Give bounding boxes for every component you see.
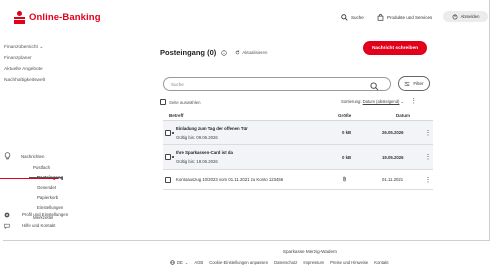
title-row: Posteingang (0) Aktualisieren <box>160 43 267 61</box>
footer-link-datenschutz[interactable]: Datenschutz <box>274 260 297 265</box>
row-more-icon[interactable]: ⋮ <box>423 129 433 137</box>
refresh-icon <box>235 49 240 54</box>
sidebar-item-nachhaltigkeit[interactable]: Nachhaltigkeitswelt <box>4 75 45 86</box>
select-row: Seite auswählen Sortierung: Datum (abste… <box>160 97 436 107</box>
globe-icon <box>170 260 175 265</box>
filter-icon <box>404 81 410 86</box>
language-selector[interactable]: DE ⌄ <box>170 260 188 265</box>
column-header-subject[interactable]: Betreff <box>163 113 338 118</box>
sort-value: Datum (absteigend) <box>362 99 400 104</box>
message-date: 01.11.2021 <box>382 177 404 182</box>
message-table: Betreff Größe Datum Einladung zum Tag de… <box>163 110 433 190</box>
chevron-down-icon: ⌄ <box>184 260 189 265</box>
select-all-label: Seite auswählen <box>169 99 201 105</box>
message-size: 0 kB <box>342 130 352 135</box>
search-icon <box>341 14 348 21</box>
chevron-down-icon: ⌄ <box>400 99 405 104</box>
refresh-label: Aktualisieren <box>242 49 268 55</box>
sidebar-top-nav: Finanzübersicht ⌄ Finanzplaner Aktuelle … <box>4 42 45 86</box>
content-border-right <box>489 0 490 241</box>
row-checkbox[interactable] <box>165 154 171 160</box>
message-date: 19.05.2026 <box>382 154 404 160</box>
filter-button[interactable]: Filter <box>398 76 430 91</box>
sidebar-item-hilfe[interactable]: Hilfe und Kontakt <box>4 220 134 231</box>
message-subject: Ihre Sparkassen-Card ist da <box>176 150 233 155</box>
sidebar-item-gesendet[interactable]: Gesendet <box>4 182 134 192</box>
logout-label: Abmelden <box>460 14 480 19</box>
message-subject: Kontoauszug 10/2023 vom 01.11.2021 zu Ko… <box>176 177 284 182</box>
table-header: Betreff Größe Datum <box>163 110 433 121</box>
message-date: 26.05.2026 <box>382 130 404 135</box>
row-subject: Ihre Sparkassen-Card ist da Gültig bis: … <box>175 150 342 164</box>
footer-link-cookies[interactable]: Cookie-Einstellungen anpassen <box>209 260 268 265</box>
column-header-size[interactable]: Größe <box>338 113 378 118</box>
sidebar-item-profil[interactable]: Profil und Einstellungen <box>4 209 134 220</box>
info-icon[interactable] <box>221 43 227 61</box>
footer-links: DE ⌄ AGB Cookie-Einstellungen anpassen D… <box>170 260 388 265</box>
sidebar-item-finanzuebersicht[interactable]: Finanzübersicht ⌄ <box>4 42 45 53</box>
footer-bank-name: Sparkasse Merzig-Wadern <box>282 249 338 254</box>
sidebar-item-nachrichten[interactable]: Nachrichten <box>4 150 134 162</box>
footer-link-kontakt[interactable]: Kontakt <box>374 260 388 265</box>
unread-dot <box>172 156 174 158</box>
search-icon[interactable] <box>370 78 379 96</box>
table-row[interactable]: Ihre Sparkassen-Card ist da Gültig bis: … <box>163 145 433 170</box>
table-row[interactable]: Kontoauszug 10/2023 vom 01.11.2021 zu Ko… <box>163 170 433 190</box>
gear-icon <box>4 212 16 218</box>
row-subject: Einladung zum Tag der offenen Tür Gültig… <box>175 126 342 140</box>
header-products-button[interactable]: Produkte und Services <box>377 14 432 21</box>
accent-line <box>0 178 58 179</box>
shopping-bag-icon <box>377 14 384 21</box>
sidebar-item-posteingang[interactable]: Posteingang <box>4 172 134 182</box>
sidebar: Finanzübersicht ⌄ Finanzplaner Aktuelle … <box>0 0 140 269</box>
page-title: Posteingang (0) <box>160 47 217 57</box>
sidebar-item-postfach[interactable]: Postfach <box>4 162 134 172</box>
column-header-date[interactable]: Datum <box>378 113 423 118</box>
select-all-checkbox[interactable] <box>160 99 166 105</box>
row-subject: Kontoauszug 10/2023 vom 01.11.2021 zu Ko… <box>175 177 342 182</box>
header-search-button[interactable]: Suche <box>341 14 364 21</box>
chat-icon <box>4 223 16 229</box>
logout-button[interactable]: Abmelden <box>443 11 488 22</box>
footer-link-agb[interactable]: AGB <box>194 260 203 265</box>
row-checkbox[interactable] <box>165 129 171 136</box>
footer-link-preise[interactable]: Preise und Hinweise <box>330 260 368 265</box>
header-search-label: Suche <box>351 15 364 20</box>
more-options-icon[interactable]: ⋮ <box>410 98 417 105</box>
message-validity: Gültig bis: 09.06.2026 <box>176 134 218 140</box>
message-size: 0 kB <box>342 154 352 160</box>
chevron-down-icon: ⌄ <box>39 45 44 50</box>
lightbulb-icon <box>4 152 16 160</box>
filter-label: Filter <box>413 81 424 86</box>
compose-button[interactable]: Nachricht schreiben <box>363 41 427 55</box>
row-checkbox[interactable] <box>165 176 171 183</box>
header-products-label: Produkte und Services <box>387 15 433 20</box>
message-validity: Gültig bis: 18.06.2026 <box>176 159 218 164</box>
attachment-icon <box>342 176 382 183</box>
message-subject: Einladung zum Tag der offenen Tür <box>176 125 248 131</box>
sidebar-item-finanzplaner[interactable]: Finanzplaner <box>4 53 45 64</box>
app-root: Online-Banking Suche Produkte und Servic… <box>0 0 495 269</box>
footer-link-impressum[interactable]: Impressum <box>303 260 324 265</box>
refresh-button[interactable]: Aktualisieren <box>235 50 267 55</box>
sidebar-footer-nav: Profil und Einstellungen Hilfe und Konta… <box>4 209 134 231</box>
sidebar-item-papierkorb[interactable]: Papierkorb <box>4 192 134 202</box>
table-row[interactable]: Einladung zum Tag der offenen Tür Gültig… <box>163 121 433 145</box>
row-more-icon[interactable]: ⋮ <box>423 153 433 161</box>
sort-dropdown[interactable]: Sortierung: Datum (absteigend) ⌄ ⋮ <box>341 98 417 105</box>
row-more-icon[interactable]: ⋮ <box>423 176 433 184</box>
logout-icon <box>452 13 457 19</box>
search-input[interactable]: Suche <box>163 77 391 91</box>
unread-dot <box>172 131 174 134</box>
sidebar-item-angebote[interactable]: Aktuelle Angebote <box>4 64 45 75</box>
